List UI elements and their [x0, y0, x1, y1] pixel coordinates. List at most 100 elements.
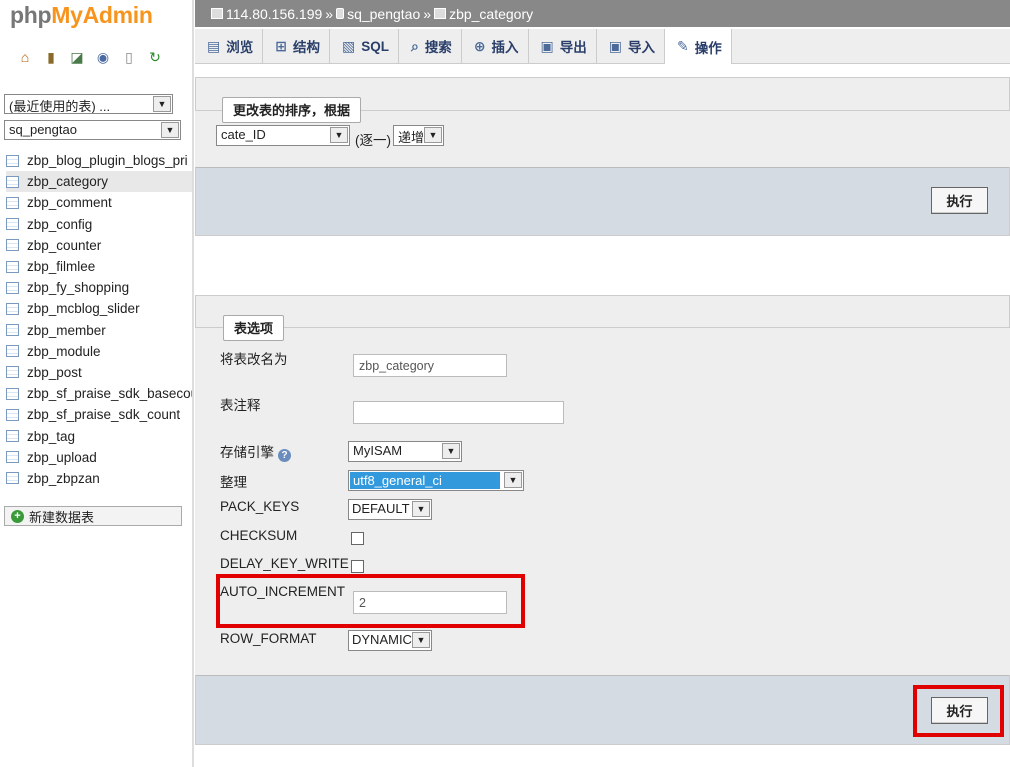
- sidebar-table-item[interactable]: zbp_sf_praise_sdk_count: [6, 404, 193, 425]
- breadcrumb-separator: »: [325, 5, 334, 22]
- sidebar-table-item[interactable]: zbp_comment: [6, 192, 193, 213]
- collation-select[interactable]: utf8_general_ci ▼: [348, 470, 524, 491]
- sidebar-table-item[interactable]: zbp_config: [6, 214, 193, 235]
- sidebar-table-name: zbp_post: [27, 364, 82, 380]
- table-icon[interactable]: [6, 387, 19, 400]
- pack-keys-select[interactable]: DEFAULT ▼: [348, 499, 432, 520]
- row-format-label: ROW_FORMAT: [220, 631, 317, 646]
- sidebar-table-item[interactable]: zbp_module: [6, 341, 193, 362]
- server-icon: [211, 8, 223, 19]
- tab-wrench[interactable]: ✎ 操作: [665, 29, 732, 64]
- sidebar-table-name: zbp_counter: [27, 237, 102, 253]
- table-icon[interactable]: [6, 196, 19, 209]
- breadcrumb-separator: »: [423, 5, 432, 22]
- docs-icon[interactable]: ▯: [119, 48, 139, 66]
- table-icon[interactable]: [6, 218, 19, 231]
- query-icon[interactable]: ◪: [67, 48, 87, 66]
- checksum-checkbox[interactable]: [351, 532, 364, 545]
- table-icon[interactable]: [6, 324, 19, 337]
- chevron-down-icon: ▼: [161, 122, 179, 138]
- tab-label: 操作: [694, 40, 722, 56]
- delay-key-write-checkbox[interactable]: [351, 560, 364, 573]
- comment-input[interactable]: [353, 401, 564, 424]
- table-icon[interactable]: [6, 239, 19, 252]
- table-icon[interactable]: [6, 430, 19, 443]
- table-icon[interactable]: [6, 302, 19, 315]
- row-format-select[interactable]: DYNAMIC ▼: [348, 630, 432, 651]
- home-icon[interactable]: ⌂: [15, 48, 35, 66]
- table-icon[interactable]: [6, 472, 19, 485]
- sidebar-table-item[interactable]: zbp_mcblog_slider: [6, 298, 193, 319]
- chevron-down-icon: ▼: [412, 632, 430, 648]
- sidebar-table-name: zbp_zbpzan: [27, 470, 100, 486]
- sidebar-table-item[interactable]: zbp_counter: [6, 235, 193, 256]
- reload-icon[interactable]: ↻: [145, 48, 165, 66]
- tab-sql[interactable]: ▧ SQL: [329, 29, 399, 63]
- table-icon[interactable]: [6, 260, 19, 273]
- sidebar-table-item[interactable]: zbp_sf_praise_sdk_basecou: [6, 383, 193, 404]
- sidebar-table-item[interactable]: zbp_member: [6, 320, 193, 341]
- sort-order-select[interactable]: 递增 ▼: [393, 125, 444, 146]
- options-legend: 表选项: [223, 315, 285, 341]
- breadcrumb-table[interactable]: zbp_category: [449, 6, 533, 22]
- tab-import[interactable]: ▣ 导入: [596, 29, 666, 63]
- tab-search[interactable]: ⌕ 搜索: [398, 29, 462, 63]
- table-icon[interactable]: [6, 345, 19, 358]
- tab-insert[interactable]: ⊕ 插入: [461, 29, 529, 63]
- sidebar-table-item[interactable]: zbp_upload: [6, 447, 193, 468]
- rename-input[interactable]: zbp_category: [353, 354, 507, 377]
- sidebar-table-item[interactable]: zbp_category: [6, 171, 193, 193]
- recent-tables-select[interactable]: (最近使用的表) ... ▼: [4, 94, 173, 114]
- tab-structure[interactable]: ⊞ 结构: [263, 29, 330, 63]
- sidebar-table-name: zbp_category: [27, 174, 109, 190]
- table-icon[interactable]: [6, 366, 19, 379]
- chevron-down-icon: ▼: [424, 127, 442, 143]
- import-icon: ▣: [608, 37, 623, 54]
- sort-go-button[interactable]: 执行: [931, 187, 988, 214]
- sql-icon: ▧: [341, 37, 356, 54]
- auto-increment-highlight: [216, 574, 525, 628]
- phpmyadmin-logo[interactable]: phpMyAdmin: [10, 2, 153, 29]
- exit-icon[interactable]: ▮: [41, 48, 61, 66]
- wrench-icon: ✎: [677, 38, 689, 54]
- help-icon[interactable]: ◉: [93, 48, 113, 66]
- tab-label: 浏览: [226, 40, 254, 55]
- table-icon[interactable]: [6, 281, 19, 294]
- sidebar-table-name: zbp_member: [27, 322, 106, 338]
- help-icon[interactable]: ?: [278, 449, 291, 462]
- insert-icon: ⊕: [473, 37, 486, 54]
- sort-column-select[interactable]: cate_ID ▼: [216, 125, 350, 146]
- sidebar-table-item[interactable]: zbp_tag: [6, 425, 193, 446]
- new-table-button[interactable]: + 新建数据表: [4, 506, 182, 526]
- export-icon: ▣: [540, 37, 554, 54]
- sidebar-table-item[interactable]: zbp_fy_shopping: [6, 277, 193, 298]
- search-icon: ⌕: [410, 37, 419, 54]
- database-icon: [336, 8, 345, 19]
- checksum-label: CHECKSUM: [220, 528, 298, 543]
- tab-export[interactable]: ▣ 导出: [528, 29, 597, 63]
- engine-select[interactable]: MyISAM ▼: [348, 441, 462, 462]
- sidebar-table-item[interactable]: zbp_filmlee: [6, 256, 193, 277]
- chevron-down-icon: ▼: [504, 472, 522, 488]
- breadcrumb-server[interactable]: 114.80.156.199: [226, 6, 322, 22]
- breadcrumb-database[interactable]: sq_pengtao: [347, 6, 420, 22]
- table-icon[interactable]: [6, 408, 19, 421]
- sort-footer: [196, 167, 1009, 235]
- quick-icons: ⌂ ▮ ◪ ◉ ▯ ↻: [15, 48, 165, 66]
- sidebar-table-item[interactable]: zbp_blog_plugin_blogs_pri: [6, 150, 193, 171]
- table-icon[interactable]: [6, 451, 19, 464]
- tab-label: SQL: [361, 38, 389, 54]
- sidebar-table-item[interactable]: zbp_zbpzan: [6, 468, 193, 489]
- structure-icon: ⊞: [275, 37, 287, 54]
- sidebar-table-name: zbp_module: [27, 343, 101, 359]
- tab-bar: ▤ 浏览 ⊞ 结构 ▧ SQL ⌕ 搜索 ⊕ 插入 ▣ 导出 ▣ 导入 ✎ 操作: [195, 29, 1010, 64]
- rename-label: 将表改名为: [220, 352, 288, 367]
- tab-browse[interactable]: ▤ 浏览: [195, 29, 264, 63]
- sort-singly-label: (逐一): [355, 133, 391, 148]
- sidebar-table-name: zbp_blog_plugin_blogs_pri: [27, 153, 188, 169]
- database-select[interactable]: sq_pengtao ▼: [4, 120, 181, 140]
- sidebar-table-item[interactable]: zbp_post: [6, 362, 193, 383]
- sidebar-divider[interactable]: [192, 0, 194, 767]
- table-icon[interactable]: [6, 175, 19, 188]
- table-icon[interactable]: [6, 154, 19, 167]
